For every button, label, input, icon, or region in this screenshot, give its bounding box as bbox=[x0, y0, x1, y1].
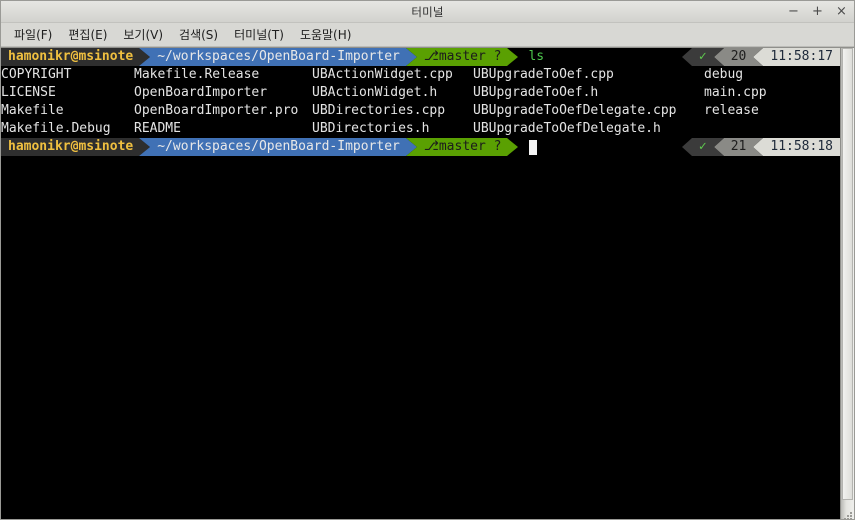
status-arrow-check-icon bbox=[681, 138, 692, 156]
status-count-segment: 21 bbox=[723, 138, 754, 156]
status-time-segment: 11:58:17 bbox=[763, 48, 840, 66]
ls-item: UBUpgradeToOefDelegate.cpp bbox=[473, 103, 677, 118]
ls-item: main.cpp bbox=[704, 85, 767, 100]
ls-row: COPYRIGHT Makefile.Release UBActionWidge… bbox=[1, 66, 840, 84]
prompt-user-segment: hamonikr@msinote bbox=[1, 48, 140, 66]
prompt-status-2: ✓ 21 11:58:18 bbox=[681, 138, 840, 156]
ls-item: OpenBoardImporter.pro bbox=[134, 103, 299, 118]
powerline-arrow-user-icon bbox=[139, 138, 151, 156]
menu-search[interactable]: 검색(S) bbox=[171, 24, 226, 45]
menu-view[interactable]: 보기(V) bbox=[115, 24, 171, 45]
ls-item: LICENSE bbox=[1, 85, 56, 100]
terminal-scrollbar[interactable] bbox=[840, 48, 854, 519]
status-arrow-check-icon bbox=[681, 48, 692, 66]
prompt-path-segment: ~/workspaces/OpenBoard-Importer bbox=[150, 48, 406, 66]
menu-edit[interactable]: 편집(E) bbox=[60, 24, 115, 45]
ls-row: LICENSE OpenBoardImporter UBActionWidget… bbox=[1, 84, 840, 102]
maximize-icon[interactable]: + bbox=[811, 5, 824, 18]
status-count-segment: 20 bbox=[723, 48, 754, 66]
scrollbar-thumb[interactable] bbox=[842, 48, 853, 501]
ls-item: UBUpgradeToOef.h bbox=[473, 85, 599, 100]
terminal-screen[interactable]: hamonikr@msinote ~/workspaces/OpenBoard-… bbox=[1, 48, 840, 519]
prompt-git-segment: ⎇ master ? bbox=[416, 138, 508, 156]
menu-file[interactable]: 파일(F) bbox=[6, 24, 60, 45]
prompt-line-1: hamonikr@msinote ~/workspaces/OpenBoard-… bbox=[1, 48, 840, 66]
ls-item: UBDirectories.h bbox=[312, 121, 430, 136]
ls-item: release bbox=[704, 103, 759, 118]
status-check-segment: ✓ bbox=[691, 138, 714, 156]
powerline-arrow-path-icon bbox=[405, 138, 417, 156]
status-check-segment: ✓ bbox=[691, 48, 714, 66]
prompt-git-text: master ? bbox=[438, 139, 502, 154]
ls-item: UBActionWidget.h bbox=[312, 85, 438, 100]
check-icon: ✓ bbox=[698, 139, 707, 154]
close-icon[interactable]: × bbox=[835, 5, 848, 18]
prompt-git-segment: ⎇ master ? bbox=[416, 48, 508, 66]
ls-item: OpenBoardImporter bbox=[134, 85, 268, 100]
prompt-path-text: ~/workspaces/OpenBoard-Importer bbox=[157, 139, 400, 154]
ls-item: COPYRIGHT bbox=[1, 67, 72, 82]
git-branch-icon: ⎇ bbox=[423, 49, 439, 64]
terminal-area: hamonikr@msinote ~/workspaces/OpenBoard-… bbox=[1, 47, 854, 519]
status-time-segment: 11:58:18 bbox=[763, 138, 840, 156]
check-icon: ✓ bbox=[698, 49, 707, 64]
prompt-path-segment: ~/workspaces/OpenBoard-Importer bbox=[150, 138, 406, 156]
prompt-path-text: ~/workspaces/OpenBoard-Importer bbox=[157, 49, 400, 64]
ls-output: COPYRIGHT Makefile.Release UBActionWidge… bbox=[1, 66, 840, 138]
status-arrow-time-icon bbox=[753, 138, 764, 156]
powerline-arrow-path-icon bbox=[405, 48, 417, 66]
resize-grip-icon[interactable] bbox=[841, 506, 853, 519]
ls-item: UBUpgradeToOef.cpp bbox=[473, 67, 614, 82]
status-arrow-count-icon bbox=[713, 138, 724, 156]
ls-item: Makefile bbox=[1, 103, 64, 118]
prompt-user-text: hamonikr@msinote bbox=[8, 139, 134, 154]
prompt-user-segment: hamonikr@msinote bbox=[1, 138, 140, 156]
menu-terminal[interactable]: 터미널(T) bbox=[226, 24, 292, 45]
status-arrow-time-icon bbox=[753, 48, 764, 66]
command-text: ls bbox=[528, 49, 545, 64]
window-controls: − + × bbox=[787, 1, 848, 22]
ls-item: Makefile.Release bbox=[134, 67, 260, 82]
status-arrow-count-icon bbox=[713, 48, 724, 66]
powerline-arrow-git-icon bbox=[507, 138, 519, 156]
ls-item: UBActionWidget.cpp bbox=[312, 67, 453, 82]
menu-help[interactable]: 도움말(H) bbox=[292, 24, 360, 45]
ls-row: Makefile OpenBoardImporter.pro UBDirecto… bbox=[1, 102, 840, 120]
ls-item: debug bbox=[704, 67, 744, 82]
ls-item: UBDirectories.cpp bbox=[312, 103, 446, 118]
ls-item: UBUpgradeToOefDelegate.h bbox=[473, 121, 661, 136]
prompt-user-text: hamonikr@msinote bbox=[8, 49, 134, 64]
terminal-window: 터미널 − + × 파일(F) 편집(E) 보기(V) 검색(S) 터미널(T)… bbox=[0, 0, 855, 520]
prompt-git-text: master ? bbox=[438, 49, 502, 64]
window-title: 터미널 bbox=[411, 4, 444, 19]
git-branch-icon: ⎇ bbox=[423, 139, 439, 154]
prompt-status-1: ✓ 20 11:58:17 bbox=[681, 48, 840, 66]
prompt-line-2: hamonikr@msinote ~/workspaces/OpenBoard-… bbox=[1, 138, 840, 156]
text-cursor bbox=[529, 139, 538, 155]
ls-row: Makefile.Debug README UBDirectories.h UB… bbox=[1, 120, 840, 138]
title-bar[interactable]: 터미널 − + × bbox=[1, 1, 854, 23]
minimize-icon[interactable]: − bbox=[787, 5, 800, 18]
ls-item: README bbox=[134, 121, 181, 136]
ls-item: Makefile.Debug bbox=[1, 121, 111, 136]
powerline-arrow-git-icon bbox=[507, 48, 519, 66]
powerline-arrow-user-icon bbox=[139, 48, 151, 66]
menu-bar: 파일(F) 편집(E) 보기(V) 검색(S) 터미널(T) 도움말(H) bbox=[1, 23, 854, 47]
